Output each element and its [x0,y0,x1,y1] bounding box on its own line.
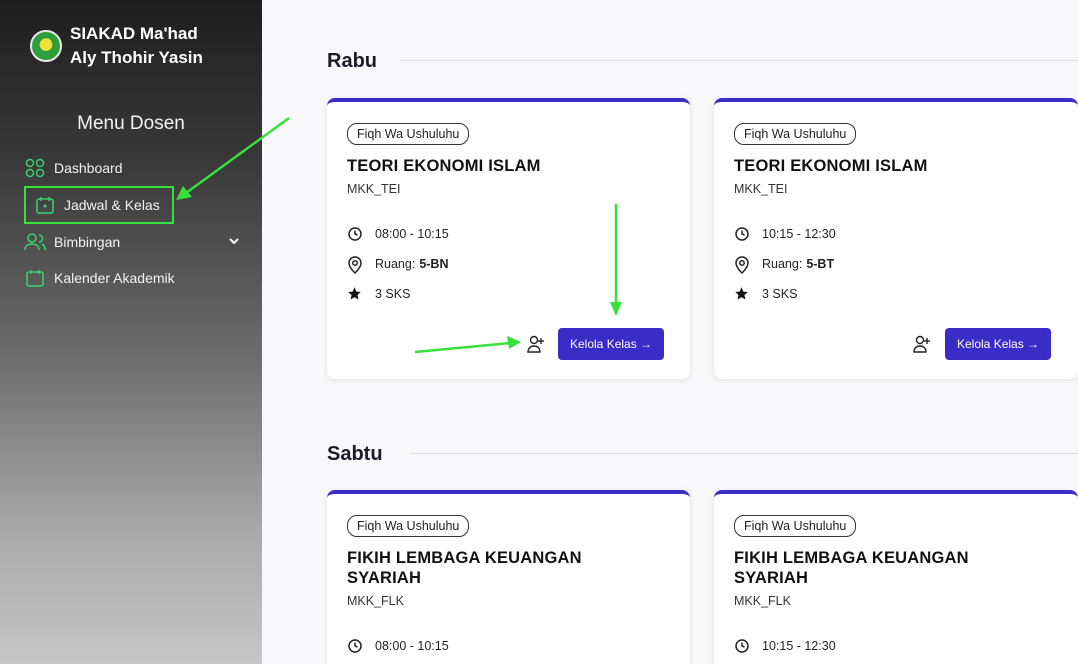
class-time: 10:15 - 12:30 [762,639,836,653]
course-title: FIKIH LEMBAGA KEUANGAN SYARIAH [734,549,969,587]
class-card: Fiqh Wa Ushuluhu TEORI EKONOMI ISLAM MKK… [327,98,690,379]
room-label: Ruang: [375,257,416,271]
brand-line-2: Aly Thohir Yasin [70,48,203,67]
room-row: Ruang: 5-BT [734,256,835,274]
class-card: Fiqh Wa Ushuluhu FIKIH LEMBAGA KEUANGAN … [714,490,1078,664]
room-value: 5-BT [806,257,835,271]
subject-badge: Fiqh Wa Ushuluhu [734,515,857,537]
sks-value: 3 SKS [375,287,411,301]
add-user-icon[interactable] [526,334,546,354]
section-divider [400,60,1078,61]
time-row: 08:00 - 10:15 [347,638,449,654]
kelola-kelas-button[interactable]: Kelola Kelas → [558,328,665,360]
logo [30,30,62,62]
calendar-icon [24,267,46,289]
time-row: 08:00 - 10:15 [347,226,449,242]
course-code: MKK_FLK [734,594,791,608]
sidebar-menu: Dashboard Jadwal & Kelas Bimbingan Kalen… [24,150,250,296]
course-code: MKK_TEI [734,182,788,196]
sidebar-item-label: Dashboard [54,160,123,176]
sidebar-item-bimbingan[interactable]: Bimbingan [24,224,250,260]
sks-row: 3 SKS [347,286,410,302]
subject-badge: Fiqh Wa Ushuluhu [734,123,857,145]
clock-icon [347,638,363,654]
course-title: TEORI EKONOMI ISLAM [734,157,928,175]
star-icon [347,286,363,302]
add-user-icon[interactable] [912,334,932,354]
menu-title: Menu Dosen [77,113,185,134]
time-row: 10:15 - 12:30 [734,638,836,654]
class-time: 10:15 - 12:30 [762,227,836,241]
clock-icon [734,638,750,654]
class-time: 08:00 - 10:15 [375,639,449,653]
class-card: Fiqh Wa Ushuluhu TEORI EKONOMI ISLAM MKK… [714,98,1078,379]
course-code: MKK_FLK [347,594,404,608]
brand-line-1: SIAKAD Ma'had [70,24,198,43]
sidebar-item-label: Kalender Akademik [54,270,175,286]
room-value: 5-BN [419,257,449,271]
location-pin-icon [347,256,363,274]
sidebar-item-jadwal-kelas[interactable]: Jadwal & Kelas [24,186,174,224]
class-time: 08:00 - 10:15 [375,227,449,241]
sks-row: 3 SKS [734,286,797,302]
sidebar-item-label: Bimbingan [54,234,121,250]
users-icon [24,231,46,253]
clock-icon [734,226,750,242]
room-row: Ruang: 5-BN [347,256,449,274]
time-row: 10:15 - 12:30 [734,226,836,242]
clock-icon [347,226,363,242]
subject-badge: Fiqh Wa Ushuluhu [347,123,470,145]
subject-badge: Fiqh Wa Ushuluhu [347,515,470,537]
sidebar-item-dashboard[interactable]: Dashboard [24,150,250,186]
sidebar: SIAKAD Ma'had Aly Thohir Yasin Menu Dose… [0,0,262,664]
sks-value: 3 SKS [762,287,798,301]
section-divider [410,453,1078,454]
location-pin-icon [734,256,750,274]
room-label: Ruang: [762,257,803,271]
brand[interactable]: SIAKAD Ma'had Aly Thohir Yasin [30,22,230,70]
sidebar-item-kalender-akademik[interactable]: Kalender Akademik [24,260,250,296]
section-title-rabu: Rabu [327,50,377,72]
course-code: MKK_TEI [347,182,401,196]
brand-title: SIAKAD Ma'had Aly Thohir Yasin [70,22,230,70]
calendar-icon [34,194,56,216]
sidebar-item-label: Jadwal & Kelas [64,197,160,213]
course-title: TEORI EKONOMI ISLAM [347,157,541,175]
chevron-down-icon[interactable] [228,235,240,247]
section-title-sabtu: Sabtu [327,443,383,465]
class-card: Fiqh Wa Ushuluhu FIKIH LEMBAGA KEUANGAN … [327,490,690,664]
kelola-kelas-button[interactable]: Kelola Kelas → [945,328,1052,360]
grid-icon [24,157,46,179]
star-icon [734,286,750,302]
course-title: FIKIH LEMBAGA KEUANGAN SYARIAH [347,549,582,587]
